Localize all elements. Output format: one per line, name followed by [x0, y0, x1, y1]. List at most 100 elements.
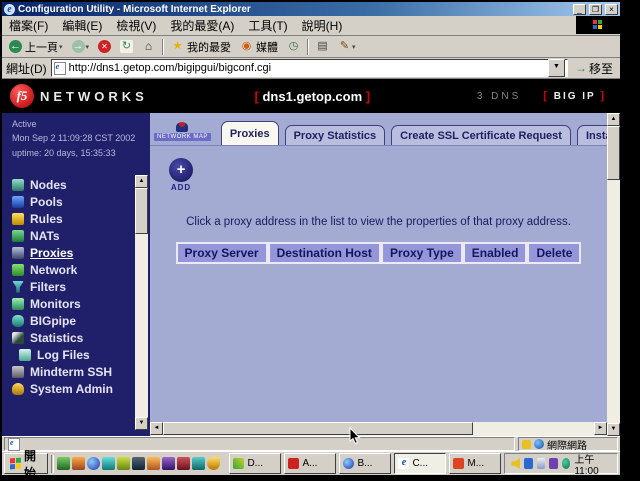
sidebar-scrollbar[interactable]: ▲ ▼: [135, 175, 148, 430]
tab-create-ssl-certificate-request[interactable]: Create SSL Certificate Request: [391, 125, 571, 145]
print-button[interactable]: [312, 39, 333, 54]
sidebar-item-monitors[interactable]: Monitors: [12, 295, 150, 312]
system-admin-icon: [12, 383, 24, 395]
zone-label: 網際網路: [547, 437, 587, 452]
quick-launch-icon[interactable]: [132, 457, 145, 470]
scroll-up-icon[interactable]: ▲: [607, 113, 620, 126]
scroll-down-icon[interactable]: ▼: [135, 417, 148, 430]
toolbar-separator: [307, 39, 309, 55]
system-status: Active Mon Sep 2 11:09:28 CST 2002 uptim…: [12, 117, 150, 160]
home-button[interactable]: [138, 39, 159, 54]
scroll-right-icon[interactable]: ►: [594, 422, 607, 435]
column-proxy-server: Proxy Server: [176, 242, 268, 264]
sidebar-item-network[interactable]: Network: [12, 261, 150, 278]
proxy-table-header-row: Proxy Server Destination Host Proxy Type…: [176, 242, 582, 264]
sidebar-item-statistics[interactable]: Statistics: [12, 329, 150, 346]
maximize-button[interactable]: ❐: [589, 4, 602, 15]
history-button[interactable]: [283, 39, 304, 54]
favorites-button[interactable]: 我的最愛: [167, 38, 235, 56]
tab-proxy-statistics[interactable]: Proxy Statistics: [285, 125, 386, 145]
task-window-button[interactable]: D...: [229, 453, 281, 474]
forward-button[interactable]: ▾: [68, 39, 94, 54]
menu-view[interactable]: 檢視(V): [109, 17, 163, 34]
scroll-up-icon[interactable]: ▲: [135, 175, 148, 188]
sidebar-item-bigpipe[interactable]: BIGpipe: [12, 312, 150, 329]
close-button[interactable]: ×: [605, 4, 618, 15]
scrollbar-thumb[interactable]: [135, 188, 148, 234]
stop-icon: [98, 40, 111, 53]
sidebar-item-proxies[interactable]: Proxies: [12, 244, 150, 261]
ie-logo-icon: e: [4, 4, 15, 15]
task-window-button[interactable]: A...: [284, 453, 336, 474]
quick-launch-icon[interactable]: [177, 457, 190, 470]
bigip-bracket-left: [: [543, 90, 549, 102]
minimize-button[interactable]: _: [573, 4, 586, 15]
vertical-scrollbar[interactable]: ▲ ▼: [607, 113, 620, 436]
ie-throbber-logo: [576, 16, 620, 34]
status-uptime: uptime: 20 days, 15:35:33: [12, 146, 150, 160]
quick-launch-icon[interactable]: [207, 457, 220, 470]
tray-icon[interactable]: [549, 458, 558, 469]
media-button[interactable]: 媒體: [236, 38, 282, 56]
add-proxy-button[interactable]: + ADD: [168, 158, 194, 192]
task-window-button-active[interactable]: C...: [394, 453, 446, 474]
quick-launch-icon[interactable]: [87, 457, 100, 470]
monitors-icon: [12, 298, 24, 310]
tab-proxies[interactable]: Proxies: [221, 121, 279, 145]
back-dropdown-icon[interactable]: ▾: [59, 43, 63, 51]
tray-icon[interactable]: [537, 458, 546, 469]
start-button[interactable]: 開始: [4, 453, 48, 474]
scroll-down-icon[interactable]: ▼: [607, 423, 620, 436]
quick-launch-icon[interactable]: [147, 457, 160, 470]
home-icon: [142, 40, 155, 53]
address-input[interactable]: [69, 62, 545, 74]
window-titlebar: e Configuration Utility - Microsoft Inte…: [2, 2, 620, 16]
quick-launch-icon[interactable]: [117, 457, 130, 470]
edit-button[interactable]: ▾: [334, 39, 360, 54]
horizontal-scrollbar[interactable]: ◄ ►: [150, 422, 607, 436]
go-button[interactable]: → 移至: [572, 60, 616, 77]
stop-button[interactable]: [94, 39, 115, 54]
network-map-button[interactable]: NETWORK MAP: [154, 122, 211, 141]
menu-help[interactable]: 說明(H): [295, 17, 350, 34]
task-window-button[interactable]: B...: [339, 453, 391, 474]
menu-edit[interactable]: 編輯(E): [55, 17, 109, 34]
forward-dropdown-icon[interactable]: ▾: [86, 43, 90, 51]
volume-icon[interactable]: [511, 458, 520, 469]
sidebar-item-rules[interactable]: Rules: [12, 210, 150, 227]
back-button[interactable]: 上一頁 ▾: [5, 38, 67, 56]
hostname: dns1.getop.com: [262, 89, 362, 104]
quick-launch-icon[interactable]: [162, 457, 175, 470]
sidebar-item-filters[interactable]: Filters: [12, 278, 150, 295]
tray-icon[interactable]: [524, 458, 533, 469]
sidebar-item-nodes[interactable]: Nodes: [12, 176, 150, 193]
task-window-button[interactable]: M...: [449, 453, 501, 474]
refresh-icon: [120, 40, 133, 53]
sidebar-item-pools[interactable]: Pools: [12, 193, 150, 210]
sidebar-item-mindterm-ssh[interactable]: Mindterm SSH: [12, 363, 150, 380]
nav-3dns-link[interactable]: 3 DNS: [477, 91, 521, 102]
tab-install-ssl-certificate[interactable]: Install SSL Certificate: [577, 125, 607, 145]
scrollbar-thumb[interactable]: [607, 126, 620, 180]
refresh-button[interactable]: [116, 39, 137, 54]
menu-tools[interactable]: 工具(T): [241, 17, 294, 34]
sidebar-item-system-admin[interactable]: System Admin: [12, 380, 150, 397]
app-icon: [343, 458, 354, 469]
address-dropdown-icon[interactable]: ▼: [548, 59, 565, 77]
scroll-left-icon[interactable]: ◄: [150, 422, 163, 435]
zone-alert-icon: [522, 440, 531, 449]
sidebar-item-nats[interactable]: NATs: [12, 227, 150, 244]
scrollbar-thumb[interactable]: [163, 422, 473, 435]
quick-launch-bar: [57, 457, 220, 470]
quick-launch-icon[interactable]: [102, 457, 115, 470]
quick-launch-icon[interactable]: [57, 457, 70, 470]
sidebar-item-log-files[interactable]: Log Files: [12, 346, 150, 363]
edit-dropdown-icon[interactable]: ▾: [352, 43, 356, 51]
quick-launch-icon[interactable]: [72, 457, 85, 470]
menu-file[interactable]: 檔案(F): [2, 17, 55, 34]
nav-bigip-link[interactable]: [ BIG IP ]: [543, 90, 606, 102]
menu-favorites[interactable]: 我的最愛(A): [163, 17, 241, 34]
tray-icon[interactable]: [562, 458, 571, 469]
bigpipe-icon: [12, 315, 24, 327]
quick-launch-icon[interactable]: [192, 457, 205, 470]
